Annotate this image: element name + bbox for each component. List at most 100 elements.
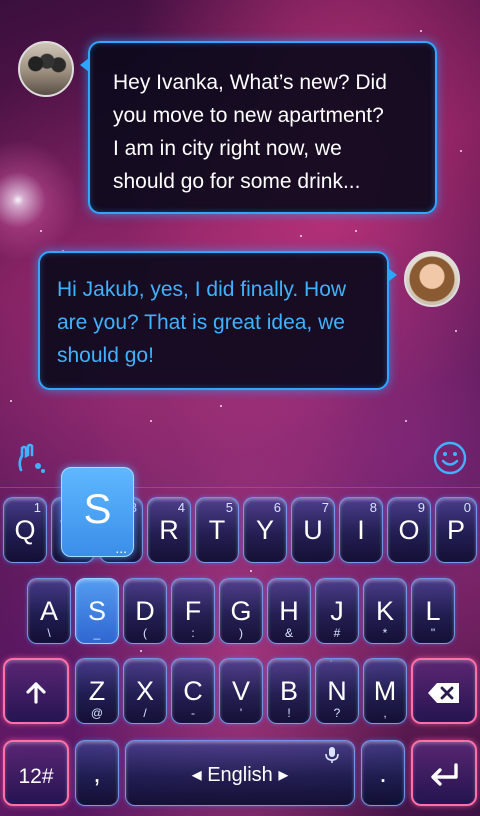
key-hint: 0 — [463, 500, 471, 515]
key-d[interactable]: D( — [123, 578, 167, 644]
key-hint: 1 — [33, 500, 41, 515]
key-label: H — [279, 596, 299, 626]
message-bubble-outgoing: Hi Jakub, yes, I did finally. How are yo… — [38, 251, 389, 390]
key-label: Y — [255, 515, 274, 545]
key-sub: , — [383, 706, 387, 720]
key-sub: ) — [239, 626, 243, 640]
spacebar-language-key[interactable]: ◂ English ▸ — [125, 740, 355, 806]
key-sub: \ — [47, 626, 51, 640]
key-label: C — [183, 676, 203, 706]
backspace-key[interactable] — [411, 658, 477, 724]
key-label: F — [184, 596, 202, 626]
key-label: N — [327, 676, 347, 706]
key-label: R — [159, 515, 179, 545]
key-label: T — [208, 515, 226, 545]
shift-arrow-icon — [5, 680, 67, 706]
key-r[interactable]: 4R — [147, 497, 191, 563]
contact-avatar-incoming[interactable] — [18, 41, 74, 97]
key-sub: : — [191, 626, 195, 640]
key-sub: * — [382, 626, 388, 640]
key-g[interactable]: G) — [219, 578, 263, 644]
key-sub: ? — [333, 706, 341, 720]
smiley-icon[interactable] — [432, 440, 468, 476]
key-hint: 7 — [321, 500, 329, 515]
key-sub: @ — [90, 706, 104, 720]
message-bubble-incoming: Hey Ivanka, What’s new? Did you move to … — [88, 41, 437, 214]
key-label: J — [330, 596, 344, 626]
key-x[interactable]: X / — [123, 658, 167, 724]
key-label: I — [357, 515, 365, 545]
key-label: , — [93, 758, 101, 788]
popup-more: ... — [115, 540, 127, 556]
backspace-icon — [413, 681, 475, 705]
key-s[interactable]: S _ — [75, 578, 119, 644]
key-label: D — [135, 596, 155, 626]
key-hint: 6 — [273, 500, 281, 515]
period-key[interactable]: . — [361, 740, 405, 806]
key-sub: # — [333, 626, 341, 640]
message-line: should go! — [57, 344, 154, 367]
key-hint: 5 — [225, 500, 233, 515]
touchpal-logo-icon[interactable] — [12, 440, 48, 476]
message-line: you move to new apartment? — [113, 104, 384, 127]
key-o[interactable]: 9O — [387, 497, 431, 563]
key-u[interactable]: 7U — [291, 497, 335, 563]
key-label: U — [303, 515, 323, 545]
key-sub: _ — [93, 626, 101, 640]
enter-key[interactable] — [411, 740, 477, 806]
key-label: V — [231, 676, 250, 706]
key-hint: 4 — [177, 500, 185, 515]
message-line: I am in city right now, we — [113, 137, 342, 160]
key-hint: 9 — [417, 500, 425, 515]
key-sub: ! — [287, 706, 291, 720]
key-l[interactable]: L " — [411, 578, 455, 644]
key-label: Q — [14, 515, 36, 545]
numbers-symbols-key[interactable]: 12# — [3, 740, 69, 806]
key-j[interactable]: J # — [315, 578, 359, 644]
key-label: L — [425, 596, 441, 626]
key-b[interactable]: B! — [267, 658, 311, 724]
message-line: Hi Jakub, yes, I did finally. How — [57, 278, 347, 301]
key-label: P — [446, 515, 465, 545]
message-line: are you? That is great idea, we — [57, 311, 345, 334]
key-label: O — [398, 515, 420, 545]
key-p[interactable]: 0P — [435, 497, 477, 563]
shift-key[interactable] — [3, 658, 69, 724]
key-sub: ( — [143, 626, 147, 640]
message-line: Hey Ivanka, What’s new? Did — [113, 71, 387, 94]
key-a[interactable]: A \ — [27, 578, 71, 644]
key-label: X — [135, 676, 154, 706]
popup-label: S — [83, 485, 112, 532]
enter-icon — [413, 763, 475, 787]
message-line: should go for some drink... — [113, 170, 361, 193]
key-sub: " — [430, 626, 436, 640]
key-k[interactable]: K * — [363, 578, 407, 644]
comma-key[interactable]: , — [75, 740, 119, 806]
key-v[interactable]: V ' — [219, 658, 263, 724]
key-y[interactable]: 6Y — [243, 497, 287, 563]
key-z[interactable]: Z @ — [75, 658, 119, 724]
key-m[interactable]: M, — [363, 658, 407, 724]
key-q[interactable]: 1Q — [3, 497, 47, 563]
key-label: A — [39, 596, 58, 626]
key-h[interactable]: H & — [267, 578, 311, 644]
microphone-icon — [324, 746, 340, 764]
key-c[interactable]: C- — [171, 658, 215, 724]
key-label: . — [379, 758, 387, 788]
key-label: B — [279, 676, 298, 706]
key-preview-popup: S ... — [61, 467, 134, 557]
language-label: ◂ English ▸ — [191, 764, 289, 786]
key-label: Z — [88, 676, 106, 706]
key-n[interactable]: N? — [315, 658, 359, 724]
key-label: 12# — [18, 765, 54, 788]
key-i[interactable]: 8I — [339, 497, 383, 563]
key-sub: & — [284, 626, 293, 640]
contact-avatar-outgoing[interactable] — [404, 251, 460, 307]
key-t[interactable]: 5T — [195, 497, 239, 563]
outgoing-bubble-tail — [388, 268, 397, 282]
key-sub: - — [191, 706, 195, 720]
key-label: K — [375, 596, 394, 626]
key-hint: 8 — [369, 500, 377, 515]
key-f[interactable]: F: — [171, 578, 215, 644]
key-label: S — [87, 596, 106, 626]
